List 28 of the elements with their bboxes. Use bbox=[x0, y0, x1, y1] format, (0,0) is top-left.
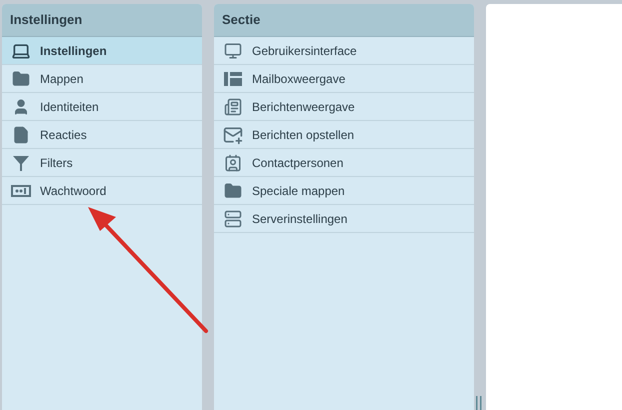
person-icon bbox=[12, 98, 30, 116]
menu-item[interactable]: Berichtenweergave bbox=[214, 93, 474, 121]
menu-item[interactable]: Berichten opstellen bbox=[214, 121, 474, 149]
funnel-icon bbox=[12, 154, 30, 172]
document-icon bbox=[12, 126, 30, 144]
server-icon bbox=[224, 210, 242, 228]
list-icon bbox=[224, 72, 242, 86]
folder-icon bbox=[224, 182, 242, 200]
newspaper-icon bbox=[224, 98, 242, 116]
menu-item[interactable]: Wachtwoord bbox=[2, 177, 202, 205]
panel-title: Sectie bbox=[222, 11, 260, 30]
menu-item[interactable]: Mailboxweergave bbox=[214, 65, 474, 93]
menu-item[interactable]: Filters bbox=[2, 149, 202, 177]
menu-item[interactable]: Instellingen bbox=[2, 37, 202, 65]
menu-item[interactable]: Speciale mappen bbox=[214, 177, 474, 205]
panel-title: Instellingen bbox=[10, 11, 82, 30]
menu-item[interactable]: Serverinstellingen bbox=[214, 205, 474, 233]
mail-plus-icon bbox=[223, 124, 243, 144]
contact-card-icon bbox=[224, 154, 242, 172]
menu-item[interactable]: Mappen bbox=[2, 65, 202, 93]
menu-item[interactable]: Reacties bbox=[2, 121, 202, 149]
menu-item[interactable]: Gebruikersinterface bbox=[214, 37, 474, 65]
menu-item[interactable]: Contactpersonen bbox=[214, 149, 474, 177]
monitor-icon bbox=[224, 42, 242, 60]
resize-grip-icon bbox=[476, 396, 482, 410]
password-icon bbox=[11, 184, 31, 198]
menu-item[interactable]: Identiteiten bbox=[2, 93, 202, 121]
folder-icon bbox=[12, 70, 30, 88]
